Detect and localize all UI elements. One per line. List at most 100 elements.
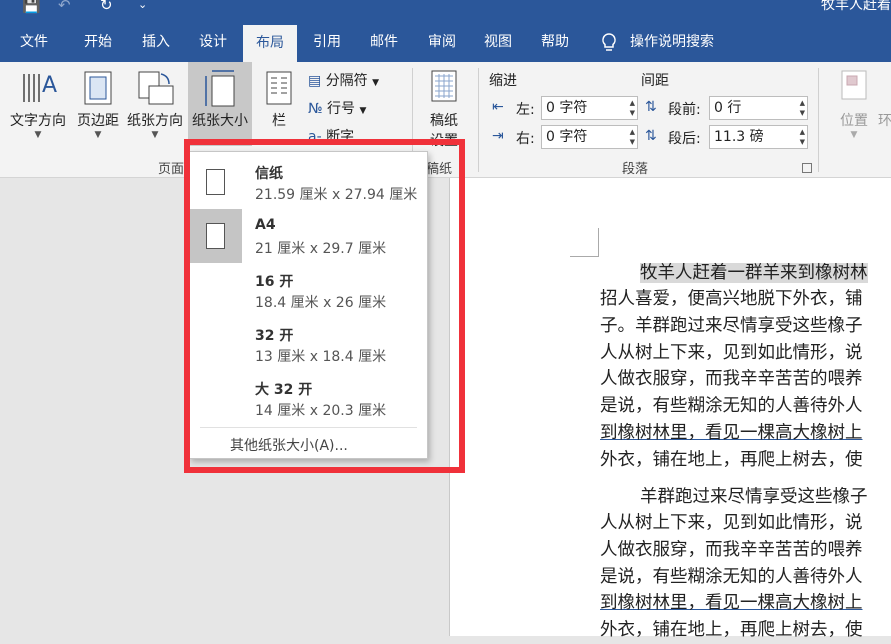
orientation-icon [138, 71, 174, 105]
spacing-after-label: 段后: [668, 131, 701, 147]
paper-preview [190, 155, 242, 209]
paper-option-a4[interactable]: A4 21 厘米 x 29.7 厘米 [190, 209, 427, 263]
paper-option-32k[interactable]: 32 开 13 厘米 x 18.4 厘米 [190, 317, 427, 371]
tab-layout[interactable]: 布局 [243, 25, 297, 62]
paper-name: 16 开 [255, 274, 294, 290]
text-line[interactable]: 人做衣服穿，而我辛辛苦苦的喂养 [600, 366, 863, 393]
paragraph-1-first-line[interactable]: 牧羊人赶着一群羊来到橡树林 [640, 260, 868, 287]
text-line[interactable]: 人从树上下来，见到如此情形，说 [600, 510, 863, 537]
document-page[interactable]: 牧羊人赶着一群羊来到橡树林 招人喜爱，便高兴地脱下外衣，铺 子。羊群跑过来尽情享受… [449, 178, 891, 640]
undo-icon[interactable]: ↶ [58, 0, 71, 14]
tab-help[interactable]: 帮助 [527, 22, 583, 62]
text-line[interactable]: 人做衣服穿，而我辛辛苦苦的喂养 [600, 537, 863, 564]
tab-file[interactable]: 文件 [0, 22, 68, 62]
paper-dimensions: 21.59 厘米 x 27.94 厘米 [255, 187, 418, 203]
spacing-after-field[interactable]: 11.3 磅 ▲ ▼ [709, 125, 808, 149]
lightbulb-icon [602, 33, 616, 51]
text-direction-label: 文字方向 [10, 113, 66, 129]
text-line[interactable]: 外衣，铺在地上，再爬上树去，使 [600, 447, 863, 474]
columns-button[interactable]: 栏 [258, 62, 300, 146]
breaks-label: 分隔符 [325, 73, 368, 89]
text-line[interactable]: 人从树上下来，见到如此情形，说 [600, 340, 863, 367]
line-numbers-label: 行号 [327, 101, 356, 117]
tab-home[interactable]: 开始 [68, 22, 128, 62]
paragraph-2-first-line[interactable]: 羊群跑过来尽情享受这些橡子 [640, 484, 868, 511]
indent-right-field[interactable]: 0 字符 ▲ ▼ [541, 125, 638, 149]
size-button[interactable]: 纸张大小 [188, 62, 252, 146]
text-line[interactable]: 是说，有些糊涂无知的人善待外人 [600, 564, 863, 591]
tab-insert[interactable]: 插入 [128, 22, 184, 62]
text-line[interactable]: 到橡树林里，看见一棵高大橡树上 [600, 420, 863, 447]
spinner-icon[interactable]: ▲ ▼ [800, 127, 805, 147]
text-direction-button[interactable]: A 文字方向 ▼ [4, 62, 72, 146]
spinner-icon[interactable]: ▲ ▼ [630, 98, 635, 118]
margins-button[interactable]: 页边距 ▼ [72, 62, 124, 146]
spacing-before-icon: ⇅ [645, 99, 657, 115]
group-separator [818, 68, 819, 172]
orientation-label: 纸张方向 [127, 113, 183, 129]
indent-left-field[interactable]: 0 字符 ▲ ▼ [541, 96, 638, 120]
hyphenation-icon: a- [308, 129, 322, 145]
text-line[interactable]: 是说，有些糊涂无知的人善待外人 [600, 393, 863, 420]
text-line[interactable]: 招人喜爱，便高兴地脱下外衣，铺 [600, 286, 863, 313]
tab-design[interactable]: 设计 [184, 22, 242, 62]
spacing-before-label: 段前: [668, 102, 701, 118]
line-numbers-button[interactable]: № 行号 ▼ [308, 98, 366, 118]
paper-dimensions: 14 厘米 x 20.3 厘米 [255, 403, 387, 419]
spinner-icon[interactable]: ▲ ▼ [800, 98, 805, 118]
page-icon [206, 169, 225, 195]
tab-references[interactable]: 引用 [300, 22, 354, 62]
highlighted-text: 牧羊人赶着一群羊来到橡树林 [640, 263, 868, 283]
chevron-down-icon: ▼ [151, 130, 159, 140]
breaks-icon: ▤ [308, 73, 322, 89]
chevron-down-icon: ▼ [850, 130, 858, 140]
hyphenation-button[interactable]: a- 断字 [308, 126, 354, 146]
spacing-heading: 间距 [641, 73, 669, 89]
ribbon-tabs: 文件 开始 插入 设计 布局 引用 邮件 审阅 视图 帮助 操作说明搜索 [0, 22, 891, 62]
spacing-before-field[interactable]: 0 行 ▲ ▼ [709, 96, 808, 120]
group-separator [478, 68, 479, 172]
manuscript-icon [431, 70, 457, 102]
paper-option-big-32k[interactable]: 大 32 开 14 厘米 x 20.3 厘米 [190, 371, 427, 425]
redo-icon[interactable]: ↻ [100, 0, 113, 14]
tab-view[interactable]: 视图 [470, 22, 526, 62]
spinner-icon[interactable]: ▲ ▼ [630, 127, 635, 147]
paper-size-menu: 信纸 21.59 厘米 x 27.94 厘米 A4 21 厘米 x 29.7 厘… [189, 151, 428, 459]
breaks-button[interactable]: ▤ 分隔符 ▼ [308, 70, 379, 90]
tab-review[interactable]: 审阅 [414, 22, 470, 62]
text-line[interactable]: 子。羊群跑过来尽情享受这些橡子 [600, 313, 863, 340]
orientation-button[interactable]: 纸张方向 ▼ [124, 62, 186, 146]
more-paper-sizes-item[interactable]: 其他纸张大小(A)... [230, 435, 348, 455]
tab-mailings[interactable]: 邮件 [356, 22, 412, 62]
manuscript-label-line1: 稿纸 [430, 113, 458, 129]
text-line[interactable]: 到橡树林里，看见一棵高大橡树上 [600, 590, 863, 617]
chevron-down-icon: ▼ [359, 106, 367, 116]
text-line[interactable]: 外衣，铺在地上，再爬上树去，使 [600, 617, 863, 644]
tell-me-search[interactable]: 操作说明搜索 [630, 22, 730, 62]
paper-option-16k[interactable]: 16 开 18.4 厘米 x 26 厘米 [190, 263, 427, 317]
indent-right-label: 右: [516, 131, 535, 147]
dialog-launcher-icon[interactable] [802, 163, 812, 173]
position-button[interactable]: 位置 ▼ [830, 62, 878, 146]
wrap-text-label[interactable]: 环 [878, 110, 891, 130]
paper-option-letter[interactable]: 信纸 21.59 厘米 x 27.94 厘米 [190, 155, 427, 209]
paper-name: 32 开 [255, 328, 294, 344]
size-label: 纸张大小 [192, 113, 248, 129]
paper-preview [190, 209, 242, 263]
menu-divider [200, 427, 417, 428]
customize-quick-access-icon[interactable]: ⌄ [138, 0, 147, 14]
chevron-down-icon: ▼ [94, 130, 102, 140]
document-title: 牧羊人赶着 [821, 0, 891, 13]
save-icon[interactable]: 💾 [22, 0, 41, 14]
paper-name: 大 32 开 [255, 382, 313, 398]
title-bar: 💾 ↶ ↻ ⌄ 牧羊人赶着 [0, 0, 891, 22]
indent-heading: 缩进 [489, 73, 517, 89]
chevron-down-icon: ▼ [372, 78, 380, 88]
chevron-down-icon: ▼ [34, 130, 42, 140]
paper-dimensions: 18.4 厘米 x 26 厘米 [255, 295, 387, 311]
manuscript-settings-button[interactable]: 稿纸 设置 [418, 62, 470, 149]
ribbon-layout: A 文字方向 ▼ 页边距 ▼ 纸张方向 ▼ 纸张大小 栏 ▤ 分隔符 ▼ № 行… [0, 62, 891, 178]
paragraph-group-label: 段落 [622, 162, 649, 177]
position-label: 位置 [840, 113, 868, 129]
indent-left-label: 左: [516, 102, 535, 118]
